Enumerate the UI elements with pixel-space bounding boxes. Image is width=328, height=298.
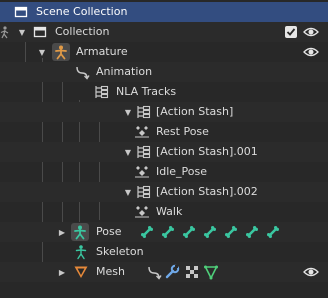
- expand-triangle-icon[interactable]: ▼: [37, 42, 47, 62]
- tree-row-idle-pose[interactable]: Idle_Pose: [0, 162, 328, 182]
- tree-row-pose[interactable]: ▶ Pose: [0, 222, 328, 242]
- mesh-object-icon: [73, 264, 89, 280]
- collapsed-triangle-icon[interactable]: ▶: [57, 222, 67, 242]
- idle-pose-label: Idle_Pose: [156, 165, 208, 178]
- armature-object-icon: [52, 43, 70, 61]
- rest-pose-label: Rest Pose: [156, 125, 209, 138]
- pose-label: Pose: [96, 225, 122, 238]
- empty-row: [0, 282, 328, 298]
- eye-icon[interactable]: [303, 264, 319, 280]
- bone-icon[interactable]: [224, 225, 238, 239]
- tree-row-mesh[interactable]: ▶ Mesh: [0, 262, 328, 282]
- tree-row-skeleton[interactable]: Skeleton: [0, 242, 328, 262]
- tree-row-action-stash[interactable]: ▼ [Action Stash]: [0, 102, 328, 122]
- armature-label: Armature: [76, 45, 128, 58]
- tree-row-nla-tracks[interactable]: NLA Tracks: [0, 82, 328, 102]
- bone-icon[interactable]: [140, 225, 154, 239]
- expand-triangle-icon[interactable]: ▼: [17, 22, 27, 42]
- nla-tracks-icon: [136, 104, 152, 120]
- material-icon[interactable]: [203, 264, 219, 280]
- skeleton-icon: [73, 244, 89, 260]
- outliner-panel: Scene Collection ▼ Collection ▼ Armature…: [0, 0, 328, 298]
- scene-collection-label: Scene Collection: [36, 5, 128, 18]
- action-icon: [134, 124, 150, 140]
- walk-label: Walk: [156, 205, 183, 218]
- tree-row-action-stash-001[interactable]: ▼ [Action Stash].001: [0, 142, 328, 162]
- action-stash-label: [Action Stash]: [156, 105, 234, 118]
- animation-data-icon: [74, 64, 90, 80]
- nla-tracks-icon: [136, 144, 152, 160]
- tree-row-action-stash-002[interactable]: ▼ [Action Stash].002: [0, 182, 328, 202]
- animation-label: Animation: [96, 65, 153, 78]
- tree-row-armature[interactable]: ▼ Armature: [0, 42, 328, 62]
- pose-icon: [71, 223, 89, 241]
- eye-icon[interactable]: [303, 44, 319, 60]
- collapsed-triangle-icon[interactable]: ▶: [57, 262, 67, 282]
- vertex-groups-icon[interactable]: [184, 264, 200, 280]
- expand-triangle-icon[interactable]: ▼: [123, 142, 133, 162]
- exclude-icon[interactable]: [0, 25, 12, 39]
- expand-triangle-icon[interactable]: ▼: [123, 102, 133, 122]
- eye-icon[interactable]: [303, 24, 319, 40]
- scene-collection-icon: [13, 4, 29, 20]
- action-stash-002-label: [Action Stash].002: [156, 185, 258, 198]
- animation-data-icon[interactable]: [146, 264, 162, 280]
- bone-icon[interactable]: [203, 225, 217, 239]
- skeleton-label: Skeleton: [96, 245, 144, 258]
- tree-row-animation[interactable]: Animation: [0, 62, 328, 82]
- collection-box-icon: [32, 24, 48, 40]
- action-stash-001-label: [Action Stash].001: [156, 145, 258, 158]
- bone-icon[interactable]: [266, 225, 280, 239]
- tree-row-walk[interactable]: Walk: [0, 202, 328, 222]
- action-icon: [134, 164, 150, 180]
- tree-row-rest-pose[interactable]: Rest Pose: [0, 122, 328, 142]
- scene-collection-row[interactable]: Scene Collection: [0, 2, 328, 22]
- expand-triangle-icon[interactable]: ▼: [123, 182, 133, 202]
- wrench-modifier-icon[interactable]: [164, 264, 180, 280]
- bone-icon[interactable]: [161, 225, 175, 239]
- nla-tracks-label: NLA Tracks: [116, 85, 177, 98]
- nla-tracks-icon: [94, 84, 110, 100]
- mesh-label: Mesh: [96, 265, 125, 278]
- nla-tracks-icon: [136, 184, 152, 200]
- tree-row-collection[interactable]: ▼ Collection: [0, 22, 328, 42]
- bone-icon[interactable]: [182, 225, 196, 239]
- checkbox-icon[interactable]: [285, 26, 297, 38]
- collection-label: Collection: [55, 25, 110, 38]
- action-icon: [134, 204, 150, 220]
- bone-icon[interactable]: [245, 225, 259, 239]
